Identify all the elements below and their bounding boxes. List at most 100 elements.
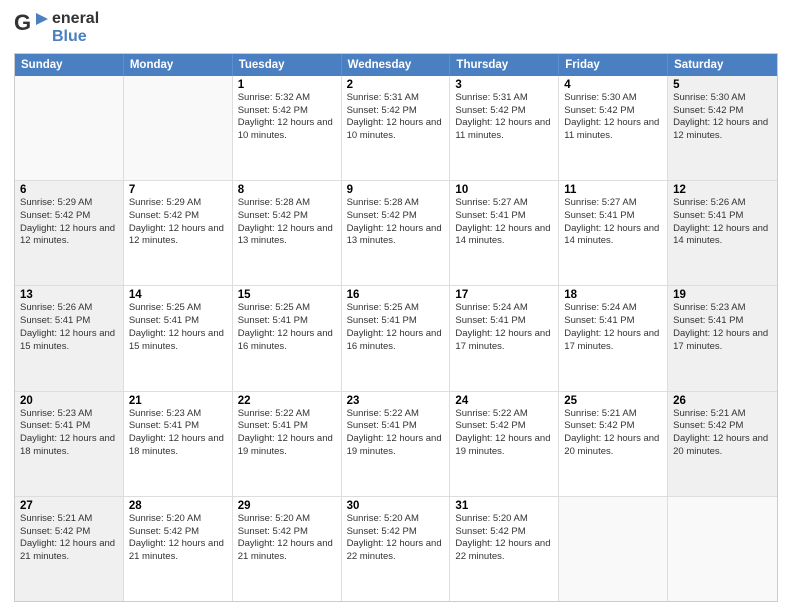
day-number: 21 <box>129 395 227 407</box>
day-info: Sunrise: 5:31 AM Sunset: 5:42 PM Dayligh… <box>455 92 553 143</box>
calendar-cell: 18Sunrise: 5:24 AM Sunset: 5:41 PM Dayli… <box>559 286 668 390</box>
calendar-cell: 26Sunrise: 5:21 AM Sunset: 5:42 PM Dayli… <box>668 392 777 496</box>
day-info: Sunrise: 5:30 AM Sunset: 5:42 PM Dayligh… <box>673 92 772 143</box>
calendar-cell: 11Sunrise: 5:27 AM Sunset: 5:41 PM Dayli… <box>559 181 668 285</box>
calendar-cell: 16Sunrise: 5:25 AM Sunset: 5:41 PM Dayli… <box>342 286 451 390</box>
calendar-cell: 1Sunrise: 5:32 AM Sunset: 5:42 PM Daylig… <box>233 76 342 180</box>
calendar-cell: 17Sunrise: 5:24 AM Sunset: 5:41 PM Dayli… <box>450 286 559 390</box>
day-number: 9 <box>347 184 445 196</box>
calendar-cell: 15Sunrise: 5:25 AM Sunset: 5:41 PM Dayli… <box>233 286 342 390</box>
day-info: Sunrise: 5:28 AM Sunset: 5:42 PM Dayligh… <box>238 197 336 248</box>
day-number: 11 <box>564 184 662 196</box>
day-of-week-header: Friday <box>559 54 668 76</box>
calendar-cell: 10Sunrise: 5:27 AM Sunset: 5:41 PM Dayli… <box>450 181 559 285</box>
logo: G eneral Blue <box>14 10 99 47</box>
day-info: Sunrise: 5:22 AM Sunset: 5:42 PM Dayligh… <box>455 408 553 459</box>
day-of-week-header: Tuesday <box>233 54 342 76</box>
day-number: 26 <box>673 395 772 407</box>
day-number: 27 <box>20 500 118 512</box>
calendar-cell: 29Sunrise: 5:20 AM Sunset: 5:42 PM Dayli… <box>233 497 342 601</box>
day-number: 3 <box>455 79 553 91</box>
day-number: 8 <box>238 184 336 196</box>
day-of-week-header: Thursday <box>450 54 559 76</box>
day-number: 17 <box>455 289 553 301</box>
day-info: Sunrise: 5:23 AM Sunset: 5:41 PM Dayligh… <box>129 408 227 459</box>
day-info: Sunrise: 5:20 AM Sunset: 5:42 PM Dayligh… <box>347 513 445 564</box>
calendar-cell <box>15 76 124 180</box>
day-info: Sunrise: 5:24 AM Sunset: 5:41 PM Dayligh… <box>455 302 553 353</box>
day-number: 18 <box>564 289 662 301</box>
calendar-cell <box>668 497 777 601</box>
day-info: Sunrise: 5:25 AM Sunset: 5:41 PM Dayligh… <box>347 302 445 353</box>
day-info: Sunrise: 5:31 AM Sunset: 5:42 PM Dayligh… <box>347 92 445 143</box>
calendar-body: 1Sunrise: 5:32 AM Sunset: 5:42 PM Daylig… <box>15 76 777 601</box>
day-info: Sunrise: 5:23 AM Sunset: 5:41 PM Dayligh… <box>20 408 118 459</box>
calendar-page: G eneral Blue SundayMondayTuesdayWednesd… <box>0 0 792 612</box>
day-of-week-header: Saturday <box>668 54 777 76</box>
day-info: Sunrise: 5:26 AM Sunset: 5:41 PM Dayligh… <box>20 302 118 353</box>
day-info: Sunrise: 5:29 AM Sunset: 5:42 PM Dayligh… <box>129 197 227 248</box>
day-number: 2 <box>347 79 445 91</box>
day-number: 6 <box>20 184 118 196</box>
calendar-cell: 8Sunrise: 5:28 AM Sunset: 5:42 PM Daylig… <box>233 181 342 285</box>
day-number: 7 <box>129 184 227 196</box>
day-number: 22 <box>238 395 336 407</box>
calendar-cell <box>124 76 233 180</box>
day-info: Sunrise: 5:22 AM Sunset: 5:41 PM Dayligh… <box>238 408 336 459</box>
calendar-cell: 5Sunrise: 5:30 AM Sunset: 5:42 PM Daylig… <box>668 76 777 180</box>
day-info: Sunrise: 5:25 AM Sunset: 5:41 PM Dayligh… <box>129 302 227 353</box>
day-info: Sunrise: 5:28 AM Sunset: 5:42 PM Dayligh… <box>347 197 445 248</box>
day-number: 5 <box>673 79 772 91</box>
day-number: 30 <box>347 500 445 512</box>
calendar-cell: 22Sunrise: 5:22 AM Sunset: 5:41 PM Dayli… <box>233 392 342 496</box>
day-info: Sunrise: 5:29 AM Sunset: 5:42 PM Dayligh… <box>20 197 118 248</box>
calendar-cell: 31Sunrise: 5:20 AM Sunset: 5:42 PM Dayli… <box>450 497 559 601</box>
day-number: 20 <box>20 395 118 407</box>
calendar-cell: 19Sunrise: 5:23 AM Sunset: 5:41 PM Dayli… <box>668 286 777 390</box>
day-info: Sunrise: 5:21 AM Sunset: 5:42 PM Dayligh… <box>564 408 662 459</box>
calendar-cell: 20Sunrise: 5:23 AM Sunset: 5:41 PM Dayli… <box>15 392 124 496</box>
day-info: Sunrise: 5:20 AM Sunset: 5:42 PM Dayligh… <box>238 513 336 564</box>
day-info: Sunrise: 5:21 AM Sunset: 5:42 PM Dayligh… <box>673 408 772 459</box>
calendar-header: SundayMondayTuesdayWednesdayThursdayFrid… <box>15 54 777 76</box>
day-of-week-header: Wednesday <box>342 54 451 76</box>
day-number: 14 <box>129 289 227 301</box>
day-number: 13 <box>20 289 118 301</box>
day-info: Sunrise: 5:21 AM Sunset: 5:42 PM Dayligh… <box>20 513 118 564</box>
calendar-week-row: 6Sunrise: 5:29 AM Sunset: 5:42 PM Daylig… <box>15 180 777 285</box>
calendar-cell: 27Sunrise: 5:21 AM Sunset: 5:42 PM Dayli… <box>15 497 124 601</box>
day-number: 12 <box>673 184 772 196</box>
calendar-week-row: 20Sunrise: 5:23 AM Sunset: 5:41 PM Dayli… <box>15 391 777 496</box>
logo-blue-text: Blue <box>52 28 99 46</box>
logo-svg: G <box>14 10 50 46</box>
calendar-cell: 28Sunrise: 5:20 AM Sunset: 5:42 PM Dayli… <box>124 497 233 601</box>
day-number: 1 <box>238 79 336 91</box>
svg-text:G: G <box>14 10 31 35</box>
calendar-cell: 9Sunrise: 5:28 AM Sunset: 5:42 PM Daylig… <box>342 181 451 285</box>
calendar-cell: 25Sunrise: 5:21 AM Sunset: 5:42 PM Dayli… <box>559 392 668 496</box>
day-info: Sunrise: 5:27 AM Sunset: 5:41 PM Dayligh… <box>455 197 553 248</box>
calendar-week-row: 13Sunrise: 5:26 AM Sunset: 5:41 PM Dayli… <box>15 285 777 390</box>
day-number: 16 <box>347 289 445 301</box>
calendar-cell: 24Sunrise: 5:22 AM Sunset: 5:42 PM Dayli… <box>450 392 559 496</box>
day-info: Sunrise: 5:27 AM Sunset: 5:41 PM Dayligh… <box>564 197 662 248</box>
day-number: 29 <box>238 500 336 512</box>
calendar-cell: 12Sunrise: 5:26 AM Sunset: 5:41 PM Dayli… <box>668 181 777 285</box>
calendar-cell: 3Sunrise: 5:31 AM Sunset: 5:42 PM Daylig… <box>450 76 559 180</box>
calendar-week-row: 27Sunrise: 5:21 AM Sunset: 5:42 PM Dayli… <box>15 496 777 601</box>
calendar-cell: 4Sunrise: 5:30 AM Sunset: 5:42 PM Daylig… <box>559 76 668 180</box>
header: G eneral Blue <box>14 10 778 47</box>
calendar-cell: 21Sunrise: 5:23 AM Sunset: 5:41 PM Dayli… <box>124 392 233 496</box>
day-number: 25 <box>564 395 662 407</box>
day-number: 15 <box>238 289 336 301</box>
day-number: 4 <box>564 79 662 91</box>
day-info: Sunrise: 5:26 AM Sunset: 5:41 PM Dayligh… <box>673 197 772 248</box>
calendar-cell: 2Sunrise: 5:31 AM Sunset: 5:42 PM Daylig… <box>342 76 451 180</box>
day-info: Sunrise: 5:32 AM Sunset: 5:42 PM Dayligh… <box>238 92 336 143</box>
calendar-cell <box>559 497 668 601</box>
day-info: Sunrise: 5:22 AM Sunset: 5:41 PM Dayligh… <box>347 408 445 459</box>
day-info: Sunrise: 5:24 AM Sunset: 5:41 PM Dayligh… <box>564 302 662 353</box>
day-number: 10 <box>455 184 553 196</box>
day-info: Sunrise: 5:20 AM Sunset: 5:42 PM Dayligh… <box>129 513 227 564</box>
calendar-cell: 6Sunrise: 5:29 AM Sunset: 5:42 PM Daylig… <box>15 181 124 285</box>
